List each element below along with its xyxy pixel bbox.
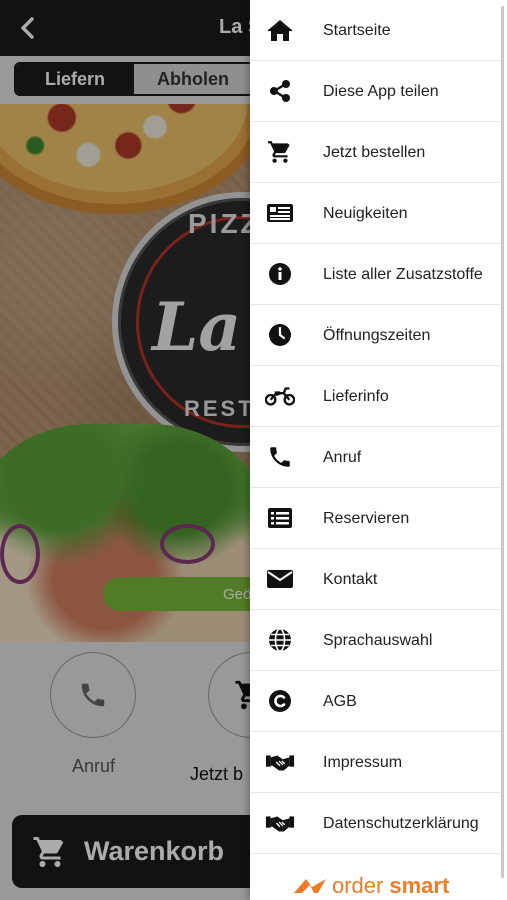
- drawer-item-label: Impressum: [323, 754, 403, 771]
- drawer-item-7[interactable]: Lieferinfo: [250, 366, 500, 427]
- drawer-item-label: Reservieren: [323, 510, 410, 527]
- cart-icon: [265, 139, 295, 165]
- handshake-icon: [265, 810, 295, 836]
- drawer-item-label: Jetzt bestellen: [323, 144, 426, 161]
- handshake-icon: [265, 749, 295, 775]
- brand-word-order: order: [332, 873, 384, 898]
- globe-icon: [265, 627, 295, 653]
- order-smart-logo: order smart: [292, 873, 450, 898]
- drawer-item-10[interactable]: Kontakt: [250, 549, 500, 610]
- drawer-item-3[interactable]: Jetzt bestellen: [250, 122, 500, 183]
- drawer-item-2[interactable]: Diese App teilen: [250, 61, 500, 122]
- copyright-icon: [265, 688, 295, 714]
- share-icon: [265, 78, 295, 104]
- drawer-item-label: Öffnungszeiten: [323, 327, 431, 344]
- home-icon: [265, 17, 295, 43]
- list-icon: [265, 505, 295, 531]
- drawer-item-label: Datenschutzerklärung: [323, 815, 479, 832]
- drawer-item-8[interactable]: Anruf: [250, 427, 500, 488]
- drawer-item-4[interactable]: Neuigkeiten: [250, 183, 500, 244]
- drawer-item-5[interactable]: Liste aller Zusatzstoffe: [250, 244, 500, 305]
- phone-icon: [265, 444, 295, 470]
- order-smart-mark-icon: [294, 879, 326, 893]
- drawer-item-label: Kontakt: [323, 571, 378, 588]
- drawer-item-12[interactable]: AGB: [250, 671, 500, 732]
- navigation-drawer: Startseite Diese App teilen Jetzt bestelle…: [250, 0, 507, 900]
- drawer-item-13[interactable]: Impressum: [250, 732, 500, 793]
- drawer-item-label: Startseite: [323, 22, 391, 39]
- motorcycle-icon: [265, 383, 295, 409]
- drawer-item-label: Anruf: [323, 449, 362, 466]
- drawer-scrollbar[interactable]: [501, 6, 504, 878]
- drawer-item-label: Lieferinfo: [323, 388, 389, 405]
- info-icon: [265, 261, 295, 287]
- drawer-item-label: Sprachauswahl: [323, 632, 433, 649]
- clock-icon: [265, 322, 295, 348]
- drawer-item-label: Diese App teilen: [323, 83, 439, 100]
- drawer-item-11[interactable]: Sprachauswahl: [250, 610, 500, 671]
- drawer-item-label: Neuigkeiten: [323, 205, 408, 222]
- drawer-item-14[interactable]: Datenschutzerklärung: [250, 793, 500, 854]
- drawer-item-1[interactable]: Startseite: [250, 0, 500, 61]
- brand-word-smart: smart: [389, 873, 450, 898]
- news-icon: [265, 200, 295, 226]
- drawer-item-6[interactable]: Öffnungszeiten: [250, 305, 500, 366]
- envelope-icon: [265, 566, 295, 592]
- drawer-item-label: Liste aller Zusatzstoffe: [323, 266, 483, 283]
- drawer-item-9[interactable]: Reservieren: [250, 488, 500, 549]
- drawer-item-label: AGB: [323, 693, 357, 710]
